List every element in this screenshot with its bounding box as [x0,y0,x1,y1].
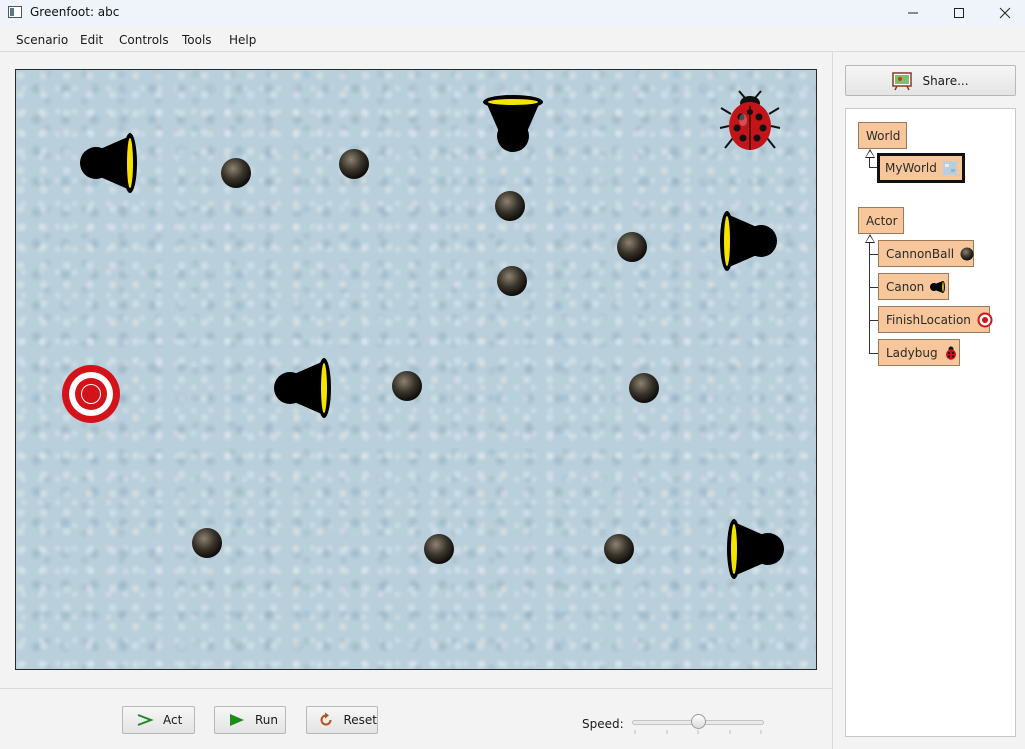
close-button[interactable] [982,0,1025,26]
canon-thumbnail-icon [930,280,946,294]
tree-connector [869,287,878,288]
cannonball-actor[interactable] [616,231,648,263]
class-canon-label: Canon [886,279,925,294]
cannonball-actor[interactable] [391,370,423,402]
speed-label: Speed: [582,717,624,731]
canon-actor[interactable] [272,355,338,421]
tree-connector [869,353,878,354]
cannonball-actor[interactable] [220,157,252,189]
menu-tools[interactable]: Tools [182,33,212,47]
class-world[interactable]: World [858,122,907,149]
cannonball-actor[interactable] [628,372,660,404]
minimize-icon [908,12,918,14]
class-finishlocation[interactable]: FinishLocation [878,306,993,333]
class-world-label: World [866,128,901,143]
cannonball-actor[interactable] [191,527,223,559]
cannonball-actor[interactable] [603,533,635,565]
maximize-icon [954,8,964,18]
menu-help[interactable]: Help [229,33,256,47]
class-finishlocation-label: FinishLocation [886,312,971,327]
run-label: Run [255,713,279,727]
share-label: Share... [922,73,969,88]
class-actor[interactable]: Actor [858,207,904,234]
cannonball-actor[interactable] [338,148,370,180]
inheritance-arrow-icon [865,149,875,158]
cannonball-actor[interactable] [494,190,526,222]
speed-slider-ticks [634,730,762,734]
minimize-button[interactable] [890,0,936,26]
cannonball-actor[interactable] [423,533,455,565]
close-icon [999,7,1011,19]
class-cannonball-label: CannonBall [886,246,955,261]
class-ladybug[interactable]: Ladybug [878,339,960,366]
tree-connector [869,320,878,321]
canon-actor[interactable] [720,516,786,582]
speed-slider-thumb[interactable] [690,714,706,729]
class-ladybug-label: Ladybug [886,345,938,360]
tree-connector [869,254,878,255]
panel-divider [832,52,833,749]
act-button[interactable]: Act [122,706,195,734]
share-icon [892,71,913,91]
act-icon [133,713,157,727]
menu-edit[interactable]: Edit [80,33,103,47]
class-myworld-label: MyWorld [885,161,937,175]
ladybug-thumbnail-icon [944,346,958,360]
ladybug-actor[interactable] [719,90,781,156]
class-actor-label: Actor [866,213,898,228]
world-view[interactable] [15,69,817,670]
inheritance-arrow-icon [865,234,875,243]
greenfoot-app-icon [8,6,22,18]
cannonball-thumbnail-icon [960,247,974,261]
controls-divider [0,688,832,689]
menu-controls[interactable]: Controls [119,33,169,47]
act-label: Act [163,713,183,727]
reset-button[interactable]: Reset [306,706,378,734]
cannonball-actor[interactable] [496,265,528,297]
class-diagram: World MyWorld Actor CannonBall Canon Fin… [845,108,1016,737]
class-myworld[interactable]: MyWorld [877,153,965,183]
class-cannonball[interactable]: CannonBall [878,240,974,267]
run-button[interactable]: Run [214,706,286,734]
canon-actor[interactable] [78,130,144,196]
menu-scenario[interactable]: Scenario [16,33,68,47]
maximize-button[interactable] [936,0,982,26]
reset-label: Reset [343,713,377,727]
title-bar: Greenfoot: abc [0,0,1025,26]
tree-connector [869,243,870,354]
myworld-thumbnail-icon [942,161,957,175]
window-title: Greenfoot: abc [30,5,120,19]
share-button[interactable]: Share... [845,65,1016,96]
reset-icon [315,712,337,728]
finish-location-actor[interactable] [61,364,121,424]
menu-bar: Scenario Edit Controls Tools Help [0,26,1025,52]
canon-actor[interactable] [713,208,779,274]
class-canon[interactable]: Canon [878,273,949,300]
target-thumbnail-icon [977,312,993,328]
run-icon [225,713,249,727]
canon-actor[interactable] [480,88,546,154]
